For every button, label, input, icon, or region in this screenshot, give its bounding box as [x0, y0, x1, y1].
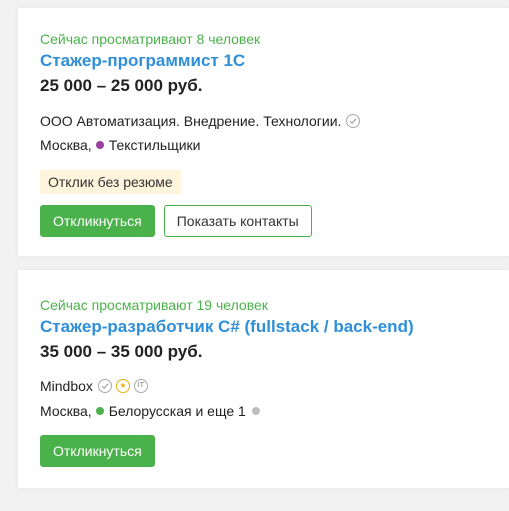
verified-check-icon [346, 114, 361, 128]
show-contacts-button[interactable]: Показать контакты [163, 205, 312, 237]
extra-metro-dot-icon [251, 407, 260, 415]
metro-line-icon [95, 407, 104, 415]
company-name-link[interactable]: ООО Автоматизация. Внедрение. Технологии… [40, 112, 341, 130]
metro-station: Белорусская и еще 1 [108, 403, 246, 419]
city-label: Москва, [40, 137, 92, 153]
viewers-count: Сейчас просматривают 19 человек [40, 297, 268, 313]
no-resume-response-badge: Отклик без резюме [40, 170, 181, 194]
it-company-icon: IT [133, 379, 148, 393]
respond-button[interactable]: Откликнуться [40, 205, 155, 237]
vacancy-salary: 25 000 – 25 000 руб. [40, 76, 203, 95]
vacancy-card: Сейчас просматривают 19 человек Стажер-р… [18, 270, 509, 488]
city-label: Москва, [40, 403, 92, 419]
metro-line-icon [95, 141, 104, 149]
vacancy-title-link[interactable]: Стажер-программист 1С [40, 50, 509, 72]
viewers-count: Сейчас просматривают 8 человек [40, 31, 261, 47]
trusted-employer-icon: ★ [115, 379, 130, 393]
verified-check-icon [97, 379, 112, 393]
respond-button[interactable]: Откликнуться [40, 435, 155, 467]
company-name-link[interactable]: Mindbox [40, 377, 93, 395]
metro-station: Текстильщики [108, 137, 201, 153]
vacancy-salary: 35 000 – 35 000 руб. [40, 342, 203, 361]
vacancy-title-link[interactable]: Стажер-разработчик C# (fullstack / back-… [40, 316, 509, 338]
vacancy-card: Сейчас просматривают 8 человек Стажер-пр… [18, 8, 509, 256]
